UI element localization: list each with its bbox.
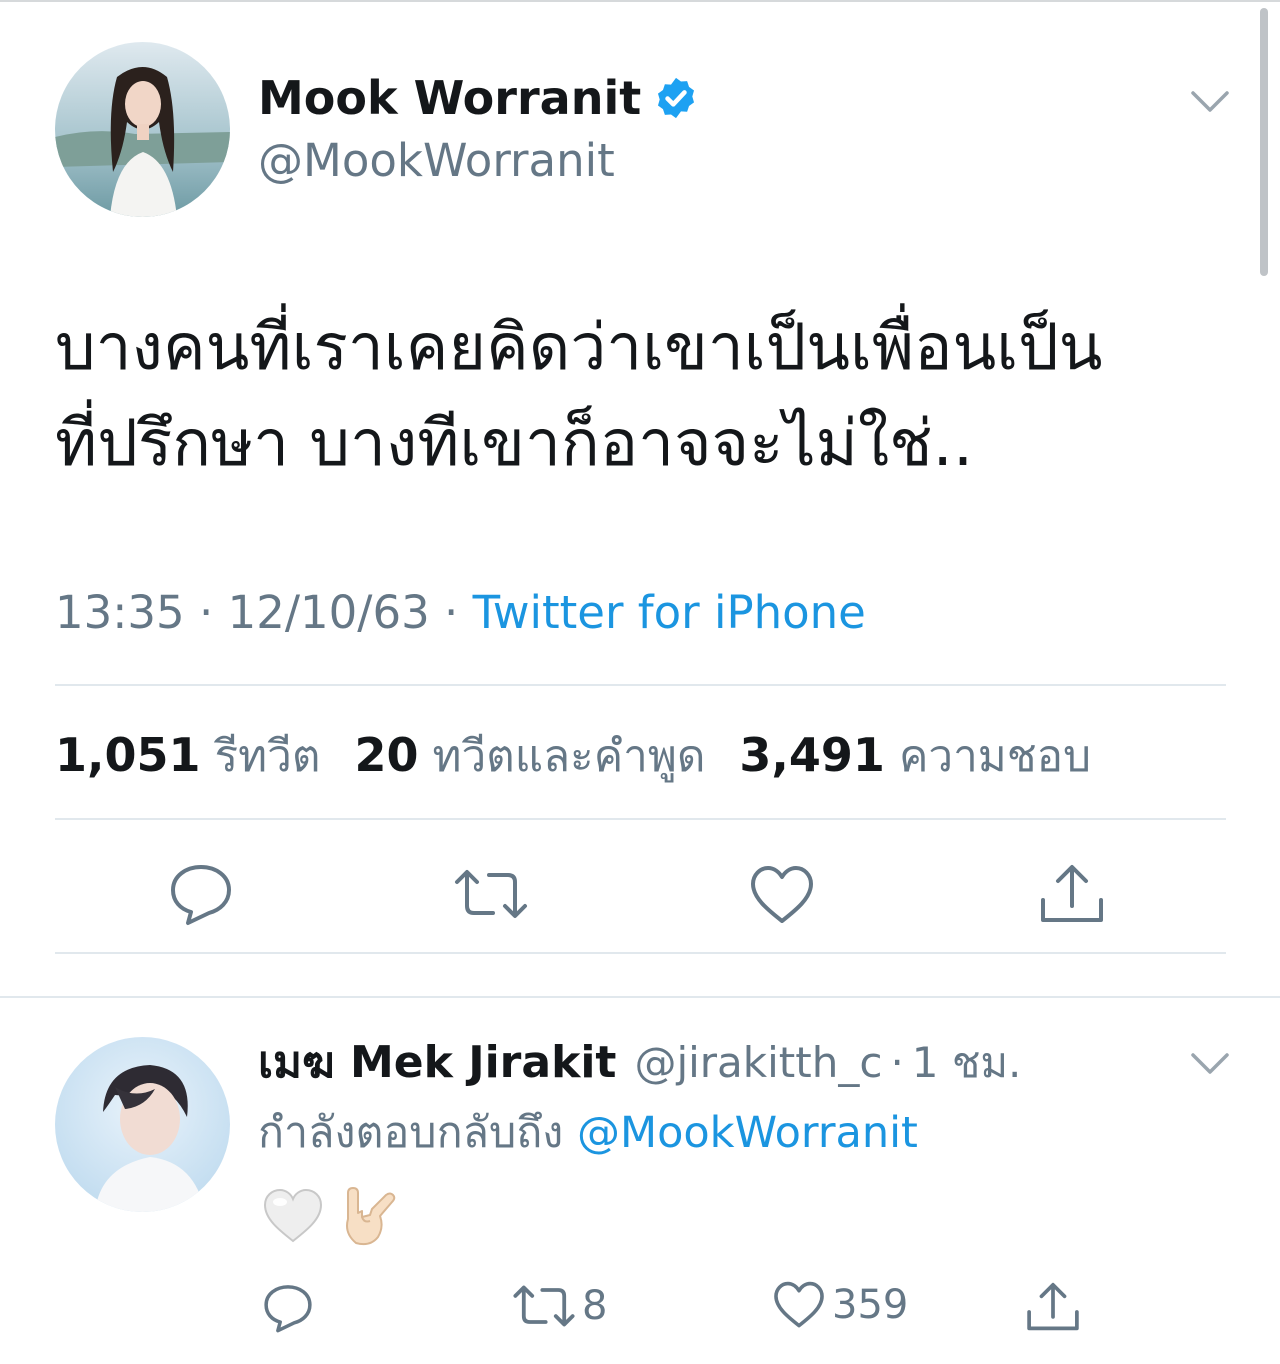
share-icon <box>1041 865 1103 922</box>
retweet-icon <box>513 1285 575 1327</box>
retweets-label[interactable]: รีทวีต <box>215 727 321 787</box>
reply-display-name[interactable]: เมฆ Mek Jirakit <box>258 1033 616 1093</box>
reply-retweet-button[interactable]: 8 <box>512 1281 607 1331</box>
author-name-row[interactable]: Mook Worranit <box>258 70 699 126</box>
replying-to-label: กำลังตอบกลับถึง <box>258 1108 564 1158</box>
avatar[interactable] <box>55 42 230 217</box>
author-handle[interactable]: @MookWorranit <box>258 133 615 189</box>
likes-label[interactable]: ความชอบ <box>899 727 1091 787</box>
avatar-photo <box>55 1037 230 1212</box>
chevron-down-icon[interactable] <box>1190 1050 1230 1078</box>
like-icon <box>751 866 813 923</box>
likes-count[interactable]: 3,491 <box>739 725 885 785</box>
reply-timestamp[interactable]: 1 ชม. <box>912 1033 1022 1093</box>
retweet-icon <box>455 870 527 918</box>
tweet-meta: 13:35 · 12/10/63 · Twitter for iPhone <box>55 585 866 641</box>
tweet-text: บางคนที่เราเคยคิดว่าเขาเป็นเพื่อนเป็น ที… <box>55 311 1103 481</box>
reply-icon <box>171 865 231 925</box>
section-divider <box>0 996 1280 998</box>
chevron-down-icon[interactable] <box>1190 88 1230 116</box>
reply-text <box>262 1183 410 1249</box>
replying-to-line: กำลังตอบกลับถึง @MookWorranit <box>258 1103 918 1163</box>
like-button[interactable] <box>748 864 816 926</box>
retweet-button[interactable] <box>453 866 529 922</box>
scrollbar[interactable] <box>1260 8 1268 276</box>
divider <box>55 684 1226 686</box>
tweet-date: 12/10/63 <box>227 586 430 639</box>
divider <box>55 818 1226 820</box>
reply-retweet-count: 8 <box>582 1283 608 1329</box>
meta-separator: · <box>199 586 214 639</box>
reply-share-button[interactable] <box>1025 1280 1081 1334</box>
reply-header: เมฆ Mek Jirakit @jirakitth_c · 1 ชม. <box>258 1033 1021 1093</box>
reply-reply-button[interactable] <box>262 1283 314 1333</box>
tweet-time: 13:35 <box>55 586 185 639</box>
reply-like-count: 359 <box>832 1282 909 1328</box>
retweets-count[interactable]: 1,051 <box>55 725 201 785</box>
white-heart-emoji-icon <box>263 1188 323 1243</box>
share-icon <box>1027 1282 1079 1331</box>
like-icon <box>774 1281 824 1328</box>
reply-handle[interactable]: @jirakitth_c <box>634 1033 882 1093</box>
quotes-count[interactable]: 20 <box>354 725 418 785</box>
tweet-source-link[interactable]: Twitter for iPhone <box>473 586 866 639</box>
avatar-photo <box>55 42 230 217</box>
love-you-gesture-icon <box>346 1187 396 1246</box>
reply-avatar[interactable] <box>55 1037 230 1212</box>
divider <box>55 952 1226 954</box>
reply-icon <box>264 1285 312 1333</box>
reply-separator: · <box>890 1038 904 1087</box>
quotes-label[interactable]: ทวีตและคำพูด <box>432 727 705 787</box>
reply-button[interactable] <box>168 862 234 926</box>
top-border <box>0 0 1280 2</box>
share-button[interactable] <box>1038 862 1106 926</box>
replying-to-mention[interactable]: @MookWorranit <box>577 1108 918 1158</box>
display-name[interactable]: Mook Worranit <box>258 70 641 126</box>
tweet-stats: 1,051 รีทวีต 20 ทวีตและคำพูด 3,491 ความช… <box>55 725 1125 787</box>
reply-like-button[interactable]: 359 <box>772 1280 908 1330</box>
verified-badge-icon <box>653 75 699 121</box>
meta-separator: · <box>444 586 459 639</box>
